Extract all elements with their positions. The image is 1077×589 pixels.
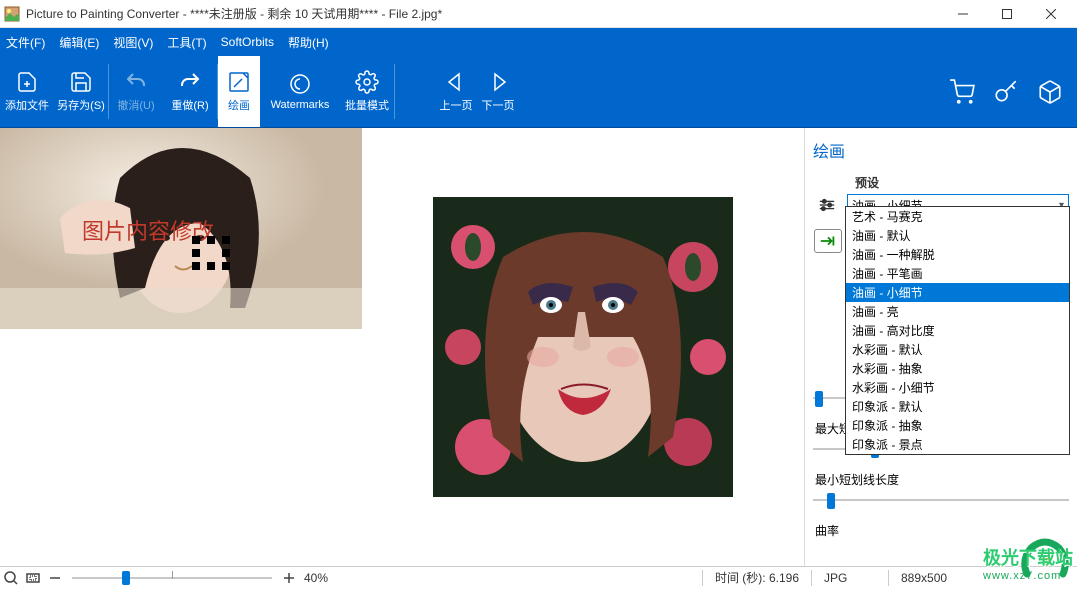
zoom-value: 40% bbox=[300, 571, 332, 585]
zoom-actual-icon[interactable] bbox=[0, 567, 22, 589]
window-title: Picture to Painting Converter - ****未注册版… bbox=[26, 5, 941, 22]
maximize-button[interactable] bbox=[985, 0, 1029, 28]
minimize-button[interactable] bbox=[941, 0, 985, 28]
preset-label: 预设 bbox=[855, 174, 1069, 191]
statusbar: 40% 时间 (秒): 6.196 JPG 889x500 bbox=[0, 566, 1077, 588]
selection-handle[interactable] bbox=[222, 262, 230, 270]
preset-option[interactable]: 油画 - 平笔画 bbox=[846, 264, 1069, 283]
prev-button[interactable]: 上一页 bbox=[435, 56, 477, 127]
menu-file[interactable]: 文件(F) bbox=[6, 34, 45, 51]
close-button[interactable] bbox=[1029, 0, 1073, 28]
next-label: 下一页 bbox=[482, 97, 515, 113]
selection-handle[interactable] bbox=[207, 236, 215, 244]
titlebar: Picture to Painting Converter - ****未注册版… bbox=[0, 0, 1077, 28]
watermarks-button[interactable]: Watermarks bbox=[260, 56, 340, 127]
batch-button[interactable]: 批量模式 bbox=[340, 56, 394, 127]
add-file-label: 添加文件 bbox=[5, 97, 49, 113]
preset-option[interactable]: 油画 - 一种解脱 bbox=[846, 245, 1069, 264]
preset-option[interactable]: 油画 - 亮 bbox=[846, 302, 1069, 321]
add-file-button[interactable]: 添加文件 bbox=[0, 56, 54, 127]
batch-label: 批量模式 bbox=[345, 97, 389, 113]
zoom-out-icon[interactable] bbox=[44, 567, 66, 589]
toolbar-right bbox=[949, 56, 1063, 127]
preset-option[interactable]: 油画 - 高对比度 bbox=[846, 321, 1069, 340]
selection-handle[interactable] bbox=[192, 262, 200, 270]
menu-help[interactable]: 帮助(H) bbox=[288, 34, 329, 51]
painting-label: 绘画 bbox=[228, 97, 250, 113]
preset-option[interactable]: 艺术 - 马赛克 bbox=[846, 207, 1069, 226]
zoom-fit-icon[interactable] bbox=[22, 567, 44, 589]
preset-option[interactable]: 油画 - 小细节 bbox=[846, 283, 1069, 302]
zoom-slider[interactable] bbox=[72, 567, 272, 589]
cart-icon[interactable] bbox=[949, 79, 975, 105]
preset-option[interactable]: 油画 - 默认 bbox=[846, 226, 1069, 245]
preset-settings-icon[interactable] bbox=[813, 193, 841, 217]
side-panel: 绘画 预设 油画 - 小细节 ▾ 艺术 - 马赛克油画 - 默认油画 - 一种解… bbox=[804, 128, 1077, 566]
preset-option[interactable]: 水彩画 - 抽象 bbox=[846, 359, 1069, 378]
save-as-label: 另存为(S) bbox=[57, 97, 105, 113]
selection-handle[interactable] bbox=[192, 249, 200, 257]
watermark-text: 极光下载站 bbox=[983, 544, 1073, 570]
box-icon[interactable] bbox=[1037, 79, 1063, 105]
format-value: JPG bbox=[820, 571, 880, 585]
prev-label: 上一页 bbox=[440, 97, 473, 113]
zoom-in-icon[interactable] bbox=[278, 567, 300, 589]
toolbar: 添加文件 另存为(S) 撤消(U) 重做(R) 绘画 Watermarks 批量… bbox=[0, 56, 1077, 128]
key-icon[interactable] bbox=[993, 79, 1019, 105]
preset-dropdown: 艺术 - 马赛克油画 - 默认油画 - 一种解脱油画 - 平笔画油画 - 小细节… bbox=[845, 206, 1070, 455]
preview-area bbox=[362, 128, 804, 566]
site-watermark: 极光下载站 www.xz7.com bbox=[1017, 536, 1073, 587]
result-image[interactable] bbox=[433, 197, 733, 497]
redo-button[interactable]: 重做(R) bbox=[163, 56, 217, 127]
preset-option[interactable]: 印象派 - 默认 bbox=[846, 397, 1069, 416]
selection-handle[interactable] bbox=[222, 249, 230, 257]
redo-label: 重做(R) bbox=[171, 97, 208, 113]
min-len-label: 最小短划线长度 bbox=[815, 471, 1069, 488]
panel-title: 绘画 bbox=[813, 138, 1069, 162]
canvas-area: 图片内容修改 bbox=[0, 128, 804, 566]
selection-handle[interactable] bbox=[192, 236, 200, 244]
min-len-slider[interactable] bbox=[813, 490, 1069, 510]
preset-option[interactable]: 水彩画 - 小细节 bbox=[846, 378, 1069, 397]
save-as-button[interactable]: 另存为(S) bbox=[54, 56, 108, 127]
menu-edit[interactable]: 编辑(E) bbox=[59, 34, 99, 51]
painting-button[interactable]: 绘画 bbox=[218, 56, 260, 127]
time-value: 时间 (秒): 6.196 bbox=[711, 569, 803, 586]
menu-view[interactable]: 视图(V) bbox=[113, 34, 153, 51]
menu-softorbits[interactable]: SoftOrbits bbox=[221, 35, 274, 49]
watermark-url: www.xz7.com bbox=[983, 570, 1073, 582]
source-image[interactable]: 图片内容修改 bbox=[0, 128, 362, 329]
preset-option[interactable]: 印象派 - 抽象 bbox=[846, 416, 1069, 435]
preset-option[interactable]: 水彩画 - 默认 bbox=[846, 340, 1069, 359]
next-button[interactable]: 下一页 bbox=[477, 56, 519, 127]
watermarks-label: Watermarks bbox=[271, 99, 330, 111]
undo-button[interactable]: 撤消(U) bbox=[109, 56, 163, 127]
window-controls bbox=[941, 0, 1073, 28]
menu-tools[interactable]: 工具(T) bbox=[167, 34, 206, 51]
preset-option[interactable]: 印象派 - 景点 bbox=[846, 435, 1069, 454]
menubar: 文件(F) 编辑(E) 视图(V) 工具(T) SoftOrbits 帮助(H) bbox=[0, 28, 1077, 56]
undo-label: 撤消(U) bbox=[117, 97, 154, 113]
selection-handle[interactable] bbox=[207, 262, 215, 270]
workspace: 图片内容修改 bbox=[0, 128, 1077, 566]
app-icon bbox=[4, 6, 20, 22]
selection-handle[interactable] bbox=[222, 236, 230, 244]
run-button[interactable] bbox=[814, 229, 842, 253]
